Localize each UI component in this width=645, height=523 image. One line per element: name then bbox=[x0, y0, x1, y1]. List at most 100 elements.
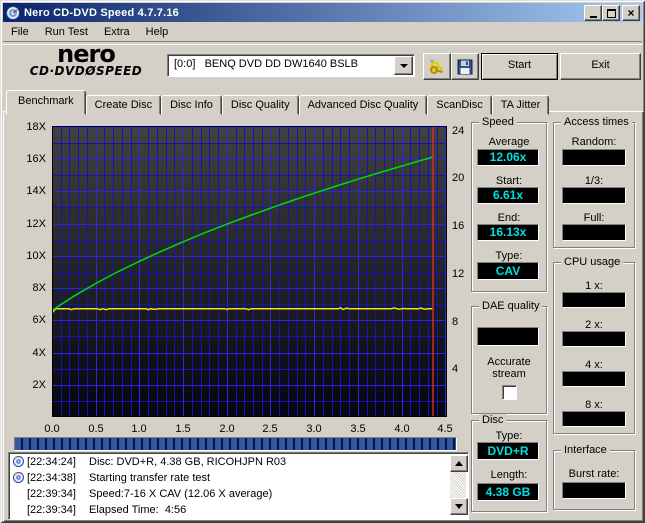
cpu-2x-display bbox=[562, 331, 626, 347]
nero-logo-name: nero bbox=[10, 44, 162, 64]
y-axis-tick-left: 14X bbox=[0, 185, 46, 197]
speed-group-title: Speed bbox=[479, 116, 517, 128]
log-message: Starting transfer rate test bbox=[89, 472, 210, 484]
x-axis-tick: 0.0 bbox=[37, 423, 67, 435]
x-axis-tick: 3.5 bbox=[343, 423, 373, 435]
y-axis-tick-left: 10X bbox=[0, 250, 46, 262]
menu-item-help[interactable]: Help bbox=[138, 24, 177, 41]
y-axis-tick-left: 8X bbox=[0, 282, 46, 294]
log-message: Elapsed Time: 4:56 bbox=[89, 504, 186, 516]
accurate-stream-checkbox[interactable] bbox=[502, 385, 517, 400]
log-entry: [22:39:34] Elapsed Time: 4:56 bbox=[9, 502, 468, 517]
options-button[interactable] bbox=[423, 53, 451, 80]
start-speed-display: 6.61x bbox=[477, 187, 539, 204]
cpu-1x-display bbox=[562, 292, 626, 308]
accurate-stream-label: Accurate stream bbox=[472, 356, 546, 380]
start-button[interactable]: Start bbox=[481, 53, 558, 80]
maximize-icon bbox=[607, 9, 616, 18]
y-axis-tick-left: 12X bbox=[0, 218, 46, 230]
save-button[interactable] bbox=[451, 53, 479, 80]
disc-length-label: Length: bbox=[472, 469, 546, 481]
keys-icon bbox=[428, 58, 446, 76]
log-timestamp: [22:39:34] bbox=[27, 488, 89, 500]
chevron-down-icon bbox=[400, 64, 408, 72]
burst-rate-label: Burst rate: bbox=[554, 468, 634, 480]
minimize-icon bbox=[590, 16, 597, 18]
minimize-button[interactable] bbox=[584, 5, 602, 21]
disc-type-display: DVD+R bbox=[477, 442, 539, 460]
title-bar[interactable]: Nero CD-DVD Speed 4.7.7.16 × bbox=[3, 3, 642, 22]
x-axis-tick: 1.5 bbox=[168, 423, 198, 435]
exit-button[interactable]: Exit bbox=[560, 53, 641, 80]
x-axis-tick: 0.5 bbox=[81, 423, 111, 435]
dae-quality-group: DAE quality Accurate stream bbox=[471, 306, 547, 414]
menu-item-file[interactable]: File bbox=[3, 24, 37, 41]
log-timestamp: [22:39:34] bbox=[27, 504, 89, 516]
random-access-display bbox=[562, 149, 626, 166]
y-axis-tick-left: 16X bbox=[0, 153, 46, 165]
average-speed-display: 12.06x bbox=[477, 149, 539, 166]
tab-advanced-disc-quality[interactable]: Advanced Disc Quality bbox=[299, 95, 428, 115]
x-axis-tick: 3.0 bbox=[299, 423, 329, 435]
interface-group: Interface Burst rate: bbox=[553, 450, 635, 510]
x-axis-tick: 2.5 bbox=[255, 423, 285, 435]
tab-ta-jitter[interactable]: TA Jitter bbox=[492, 95, 550, 115]
log-entry: [22:34:38] Starting transfer rate test bbox=[9, 470, 468, 485]
access-times-group: Access times Random: 1/3: Full: bbox=[553, 122, 635, 248]
scroll-up-button[interactable] bbox=[450, 455, 468, 472]
close-button[interactable]: × bbox=[622, 5, 640, 21]
y-axis-tick-left: 2X bbox=[0, 379, 46, 391]
cpu-usage-group: CPU usage 1 x: 2 x: 4 x: 8 x: bbox=[553, 262, 635, 434]
scroll-down-button[interactable] bbox=[450, 498, 468, 515]
disc-type-label: Type: bbox=[472, 430, 546, 442]
speed-group: Speed Average 12.06x Start: 6.61x End: 1… bbox=[471, 122, 547, 292]
log-list[interactable]: [22:34:24] Disc: DVD+R, 4.38 GB, RICOHJP… bbox=[8, 452, 469, 520]
tab-create-disc[interactable]: Create Disc bbox=[86, 95, 161, 115]
x-axis-tick: 1.0 bbox=[124, 423, 154, 435]
disc-group: Disc Type: DVD+R Length: 4.38 GB bbox=[471, 420, 547, 512]
nero-logo: nero CD·DVDØSPEED bbox=[10, 44, 162, 78]
disc-group-title: Disc bbox=[479, 414, 506, 426]
menu-bar: FileRun TestExtraHelp bbox=[3, 23, 642, 41]
cpu-4x-label: 4 x: bbox=[554, 359, 634, 371]
disc-event-icon bbox=[13, 456, 24, 467]
interface-group-title: Interface bbox=[561, 444, 610, 456]
cpu-8x-label: 8 x: bbox=[554, 399, 634, 411]
tab-disc-quality[interactable]: Disc Quality bbox=[222, 95, 299, 115]
one-third-label: 1/3: bbox=[554, 175, 634, 187]
access-times-group-title: Access times bbox=[561, 116, 632, 128]
dae-quality-display bbox=[477, 327, 539, 346]
x-axis-tick: 2.0 bbox=[212, 423, 242, 435]
maximize-button[interactable] bbox=[602, 5, 620, 21]
full-access-display bbox=[562, 224, 626, 241]
tab-benchmark[interactable]: Benchmark bbox=[6, 90, 86, 115]
benchmark-chart bbox=[52, 126, 447, 417]
random-label: Random: bbox=[554, 136, 634, 148]
drive-select-dropdown-button[interactable] bbox=[394, 56, 413, 75]
x-axis-tick: 4.0 bbox=[387, 423, 417, 435]
x-axis-tick: 4.5 bbox=[430, 423, 460, 435]
app-icon bbox=[6, 6, 20, 20]
menu-item-run-test[interactable]: Run Test bbox=[37, 24, 96, 41]
log-entry: [22:39:34] Speed:7-16 X CAV (12.06 X ave… bbox=[9, 486, 468, 501]
arrow-down-icon bbox=[455, 504, 463, 513]
log-timestamp: [22:34:38] bbox=[27, 472, 89, 484]
close-icon: × bbox=[627, 8, 634, 18]
arrow-up-icon bbox=[455, 457, 463, 466]
log-scrollbar[interactable] bbox=[450, 455, 466, 515]
y-axis-tick-left: 18X bbox=[0, 121, 46, 133]
app-window: Nero CD-DVD Speed 4.7.7.16 × FileRun Tes… bbox=[0, 0, 645, 523]
menu-item-extra[interactable]: Extra bbox=[96, 24, 138, 41]
average-label: Average bbox=[472, 136, 546, 148]
save-icon bbox=[457, 59, 473, 75]
drive-select-value: [0:0] BENQ DVD DD DW1640 BSLB bbox=[174, 58, 394, 70]
burst-rate-display bbox=[562, 482, 626, 499]
cpu-1x-label: 1 x: bbox=[554, 280, 634, 292]
drive-select[interactable]: [0:0] BENQ DVD DD DW1640 BSLB bbox=[167, 54, 415, 77]
y-axis-tick-left: 6X bbox=[0, 314, 46, 326]
tab-disc-info[interactable]: Disc Info bbox=[161, 95, 222, 115]
start-label: Start: bbox=[472, 175, 546, 187]
tab-scandisc[interactable]: ScanDisc bbox=[427, 95, 491, 115]
log-message: Disc: DVD+R, 4.38 GB, RICOHJPN R03 bbox=[89, 456, 286, 468]
cpu-2x-label: 2 x: bbox=[554, 319, 634, 331]
